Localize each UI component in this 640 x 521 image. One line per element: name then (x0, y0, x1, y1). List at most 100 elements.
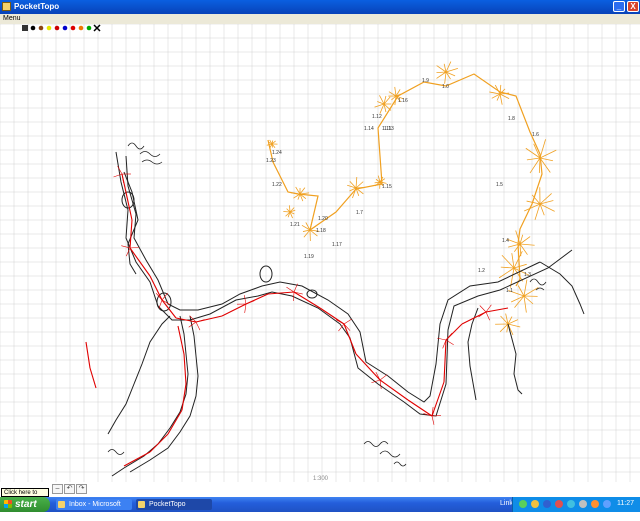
station-label[interactable]: 1.14 (364, 126, 374, 132)
messenger-icon[interactable] (603, 500, 611, 508)
redo-icon[interactable]: ↷ (76, 484, 87, 494)
tool-palette-icon[interactable] (22, 25, 28, 31)
security-icon[interactable] (531, 500, 539, 508)
splay-shot (356, 177, 357, 188)
station-label[interactable]: 1.5 (496, 182, 503, 188)
splay-shot (289, 205, 290, 212)
splay-shot (524, 296, 526, 313)
station-label[interactable]: 1.19 (304, 254, 314, 260)
station-label[interactable]: 1.3 (524, 272, 531, 278)
splay-shot (244, 295, 246, 304)
splay-shot (489, 92, 500, 94)
station-label[interactable]: 1.15 (382, 184, 392, 190)
windows-logo-icon (4, 500, 12, 508)
station-label[interactable]: 1.0 (442, 84, 449, 90)
splay-shot (500, 94, 502, 105)
splay-shot (499, 268, 514, 278)
survey-shot (90, 368, 96, 388)
palette-color-swatch[interactable] (63, 26, 68, 31)
minimize-button[interactable]: _ (613, 1, 625, 12)
splay-shot (446, 333, 452, 340)
splay-shot (539, 158, 540, 173)
bluetooth-icon[interactable] (543, 500, 551, 508)
splay-shot (515, 296, 524, 308)
splay-shot (246, 301, 254, 304)
printer-icon[interactable] (579, 500, 587, 508)
splay-shot (520, 244, 535, 245)
color-palette (22, 25, 100, 31)
station-label[interactable]: 1.22 (272, 182, 282, 188)
menu-bar: Menu (0, 14, 640, 24)
window-title: PocketTopo (14, 2, 59, 11)
station-label[interactable]: 1.2 (478, 268, 485, 274)
splay-shot (524, 280, 527, 296)
splay-shot (300, 188, 305, 194)
station-label[interactable]: 1.13 (384, 126, 394, 132)
splay-shot (437, 72, 446, 78)
grid-lines (0, 24, 640, 482)
station-label[interactable]: 1.23 (266, 158, 276, 164)
menu-item[interactable]: Menu (3, 15, 21, 22)
palette-color-swatch[interactable] (55, 26, 60, 31)
survey-shot (168, 410, 182, 434)
taskbar-item-inbox[interactable]: Inbox - Microsoft Out... (56, 499, 132, 510)
station-label[interactable]: 1.21 (290, 222, 300, 228)
survey-shot (184, 354, 186, 384)
survey-shot (124, 452, 150, 466)
station-label[interactable]: 1.4 (502, 238, 509, 244)
outlook-icon (58, 501, 65, 508)
minus-icon[interactable]: – (52, 484, 63, 494)
splay-shot (159, 300, 162, 308)
alert-icon[interactable] (555, 500, 563, 508)
station-label[interactable]: 1.24 (272, 150, 282, 156)
station-label[interactable]: 1.1 (506, 288, 513, 294)
close-button[interactable]: X (627, 1, 639, 12)
station-label[interactable]: 1.9 (422, 78, 429, 84)
splay-shot (500, 94, 509, 99)
splay-shot (114, 174, 122, 177)
splay-shot (480, 305, 486, 312)
start-tooltip: Click here to begin (1, 488, 49, 497)
handwritten-notes (108, 143, 546, 466)
splay-shot (540, 150, 556, 158)
station-label[interactable]: 1.20 (318, 216, 328, 222)
splay-shot (356, 182, 363, 188)
network-icon[interactable] (519, 500, 527, 508)
undo-icon[interactable]: ↶ (64, 484, 75, 494)
splay-shot (344, 319, 352, 324)
station-label[interactable]: 1.12 (372, 114, 382, 120)
pockettopo-icon (138, 501, 145, 508)
scale-label: 1:300 (313, 476, 329, 482)
palette-color-swatch[interactable] (31, 26, 36, 31)
clock: 11:27 (617, 500, 634, 507)
survey-shot (486, 308, 508, 312)
palette-color-swatch[interactable] (87, 26, 92, 31)
station-label[interactable]: 1.17 (332, 242, 342, 248)
drawing-canvas[interactable]: 1.01.11.21.31.41.51.61.71.81.91.111.121.… (0, 24, 640, 482)
start-button[interactable]: start (0, 497, 50, 512)
station-label[interactable]: 1.8 (508, 116, 515, 122)
survey-shots (86, 166, 508, 466)
station-label[interactable]: 1.6 (532, 132, 539, 138)
splay-shot (162, 293, 168, 300)
volume-icon[interactable] (567, 500, 575, 508)
eraser-cross-icon[interactable] (94, 25, 100, 31)
splay-shot (380, 375, 387, 380)
survey-shot (320, 308, 344, 324)
palette-color-swatch[interactable] (79, 26, 84, 31)
title-bar: PocketTopo _ X (0, 0, 640, 14)
splay-shot (524, 296, 533, 304)
splay-shot (479, 312, 486, 317)
palette-color-swatch[interactable] (39, 26, 44, 31)
update-icon[interactable] (591, 500, 599, 508)
app-icon (2, 2, 11, 11)
taskbar-item-pockettopo[interactable]: PocketTopo (136, 499, 212, 510)
station-label[interactable]: 1.16 (398, 98, 408, 104)
station-labels: 1.01.11.21.31.41.51.61.71.81.91.111.121.… (266, 78, 539, 294)
station-label[interactable]: 1.7 (356, 210, 363, 216)
palette-color-swatch[interactable] (47, 26, 52, 31)
station-label[interactable]: 1.18 (316, 228, 326, 234)
survey-shot (122, 174, 132, 220)
splay-shot (530, 158, 540, 173)
palette-color-swatch[interactable] (71, 26, 76, 31)
